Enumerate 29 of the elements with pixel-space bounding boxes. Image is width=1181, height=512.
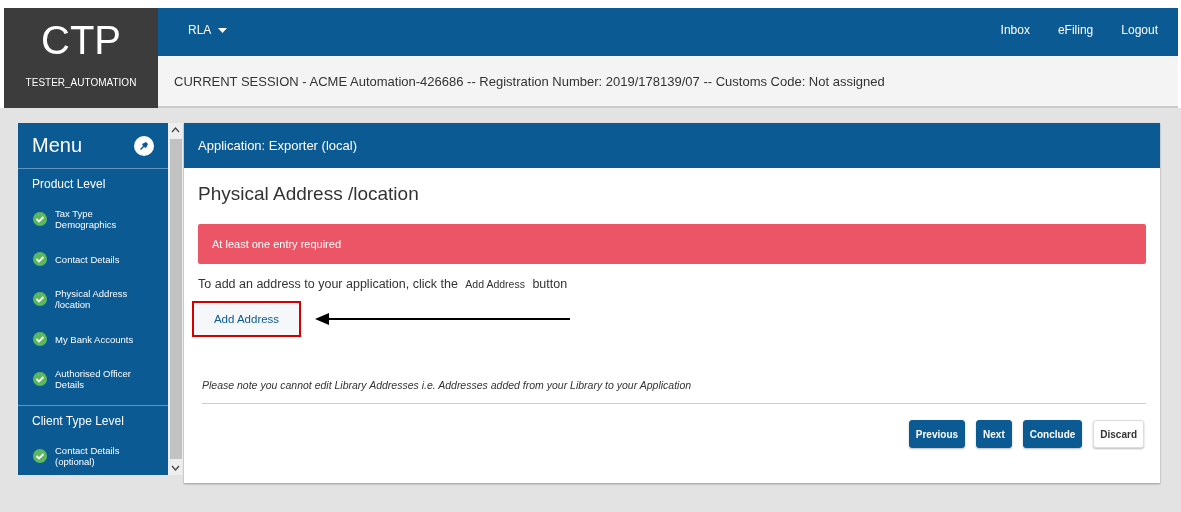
- menu-item[interactable]: My Bank Accounts: [18, 319, 168, 359]
- menu-title: Menu: [32, 134, 83, 157]
- nav-link[interactable]: Inbox: [1000, 23, 1030, 37]
- page-heading: Physical Address /location: [198, 183, 420, 205]
- session-info: CURRENT SESSION - ACME Automation-426686 -- Registration Number: 2019/178139/07 -- Customs Code: Not assigned: [174, 73, 885, 89]
- rla-dropdown[interactable]: RLA: [188, 23, 228, 37]
- panel-title: Application: Exporter (local): [198, 138, 357, 153]
- pin-icon[interactable]: [134, 135, 154, 156]
- add-address-button[interactable]: Add Address: [194, 303, 299, 335]
- instruction-text: To add an address to your application, click the Add Address button: [198, 277, 569, 291]
- menu-item[interactable]: Tax Type Demographics: [18, 199, 168, 239]
- section-heading: Product Level: [31, 177, 107, 193]
- user-name: TESTER_AUTOMATION: [25, 77, 137, 88]
- menu-item[interactable]: Contact Details: [18, 239, 168, 279]
- section-heading: Client Type Level: [31, 414, 125, 430]
- nav-link[interactable]: Logout: [1121, 23, 1158, 37]
- action-button[interactable]: Next: [976, 420, 1012, 448]
- alert-message: At least one entry required: [212, 238, 342, 250]
- menu-item[interactable]: Authorised Officer Details: [18, 359, 168, 399]
- scrollbar[interactable]: [168, 123, 183, 475]
- action-button[interactable]: Discard: [1093, 420, 1144, 448]
- action-button[interactable]: Previous: [908, 420, 966, 448]
- logo: CTP: [41, 17, 121, 63]
- note-text: Please note you cannot edit Library Addresses i.e. Addresses added from your Library to your Application: [202, 379, 1146, 404]
- action-button[interactable]: Conclude: [1022, 420, 1083, 448]
- menu-item[interactable]: Contact Details (optional): [18, 436, 168, 475]
- caret-icon: [218, 27, 228, 33]
- menu-item[interactable]: Physical Address /location: [18, 279, 168, 319]
- nav-link[interactable]: eFiling: [1057, 23, 1094, 37]
